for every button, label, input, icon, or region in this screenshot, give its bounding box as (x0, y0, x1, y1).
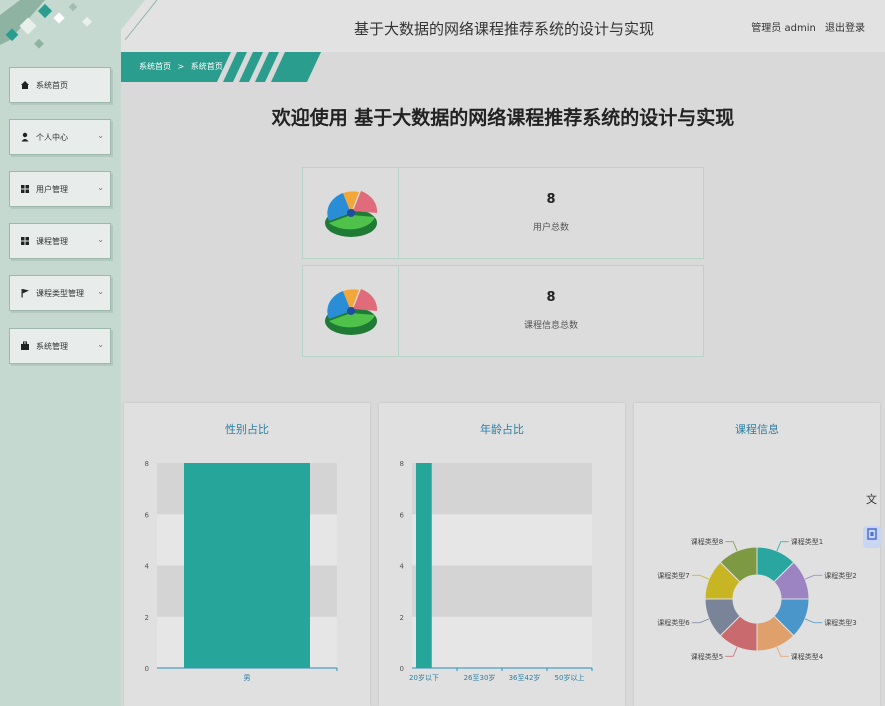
breadcrumb-home[interactable]: 系统首页 (139, 62, 171, 71)
grid-band (412, 514, 592, 566)
sidebar-item-label: 系统首页 (36, 80, 68, 90)
stat-value: 8 (546, 290, 556, 305)
chevron-down-icon: ⌄ (97, 131, 104, 140)
sidebar-item-label: 课程类型管理 (36, 288, 84, 298)
label-line (776, 646, 789, 657)
sidebar-item-label: 个人中心 (36, 132, 68, 142)
logout-link[interactable]: 退出登录 (825, 23, 865, 34)
y-tick-label: 8 (400, 460, 404, 468)
y-tick-label: 2 (145, 614, 149, 622)
logo-decoration (0, 0, 121, 60)
y-tick-label: 0 (400, 665, 404, 673)
label-line (776, 541, 789, 552)
label-line (804, 618, 823, 624)
top-bar: 基于大数据的网络课程推荐系统的设计与实现 管理员 admin 退出登录 (121, 0, 885, 52)
gender-bar-chart: 0 2 4 6 8 男 (145, 460, 338, 682)
breadcrumb: 系统首页 > 系统首页 (121, 52, 321, 82)
grid-band (412, 616, 592, 668)
stat-icon-box (303, 266, 399, 356)
stat-label: 课程信息总数 (523, 321, 578, 331)
grid-band (412, 565, 592, 617)
sidebar-item-courses[interactable]: 课程管理 ⌄ (9, 223, 111, 259)
course-donut-chart: 课程类型1 课程类型2 课程类型3 课程类型4 课程类型5 课程类型6 课程类型7 课程类型8 (657, 537, 856, 661)
slice-label: 课程类型2 (824, 571, 856, 580)
briefcase-icon (21, 341, 29, 350)
slice-label: 课程类型7 (657, 571, 689, 580)
sidebar-item-label: 用户管理 (36, 184, 68, 194)
sidebar-item-system[interactable]: 系统管理 ⌄ (9, 328, 111, 364)
label-line (725, 646, 738, 657)
x-tick-label: 男 (244, 674, 251, 682)
sidebar-item-label: 课程管理 (36, 236, 68, 246)
breadcrumb-current: 系统首页 (190, 62, 223, 71)
flag-icon (21, 289, 29, 298)
x-tick-label: 36至42岁 (509, 673, 541, 682)
chevron-down-icon: ⌄ (97, 235, 104, 244)
topbar-decoration (121, 0, 158, 41)
breadcrumb-text: 系统首页 > 系统首页 (139, 61, 223, 72)
user-label: 管理员 admin (751, 23, 816, 34)
label-line (725, 541, 738, 552)
pie-chart-icon (324, 191, 377, 237)
app-title: 基于大数据的网络课程推荐系统的设计与实现 (354, 20, 655, 38)
sidebar-item-course-types[interactable]: 课程类型管理 ⌄ (9, 275, 111, 311)
bar (184, 463, 310, 668)
chart-panel-courses: 课程信息 课程类型1 课程类型2 课程类型3 课程类型4 课程类型5 课程类型6 课程类型7… (634, 403, 880, 706)
y-tick-label: 2 (400, 614, 404, 622)
slice-label: 课程类型6 (657, 618, 690, 627)
stat-card-courses: 8 课程信息总数 (302, 265, 704, 357)
chart-panel-gender: 性别占比 02468男 (124, 403, 370, 706)
tool-icon[interactable] (863, 526, 881, 548)
label-line (804, 574, 823, 580)
sidebar-item-label: 系统管理 (36, 341, 68, 351)
svg-text:文: 文 (866, 492, 877, 506)
stat-label: 用户总数 (532, 223, 569, 233)
grid-icon (21, 185, 29, 193)
home-icon (21, 81, 29, 89)
sidebar-item-home[interactable]: 系统首页 (9, 67, 111, 103)
slice-label: 课程类型4 (791, 652, 824, 661)
person-icon (21, 132, 29, 142)
sidebar-item-users[interactable]: 用户管理 ⌄ (9, 171, 111, 207)
breadcrumb-separator: > (177, 62, 185, 71)
y-tick-label: 6 (145, 511, 150, 519)
stat-card-users: 8 用户总数 (302, 167, 704, 259)
x-tick-label: 20岁以下 (409, 673, 439, 682)
translate-icon[interactable]: 文 (863, 492, 881, 514)
slice-label: 课程类型5 (691, 652, 723, 661)
y-tick-label: 6 (400, 511, 405, 519)
x-tick-label: 26至30岁 (464, 673, 496, 682)
y-tick-label: 0 (145, 665, 149, 673)
slice-label: 课程类型8 (691, 537, 723, 546)
pie-chart-icon (324, 289, 377, 335)
label-line (691, 574, 710, 580)
slice-label: 课程类型1 (791, 537, 823, 546)
label-line (691, 618, 710, 624)
x-tick-label: 50岁以上 (555, 673, 585, 682)
chevron-down-icon: ⌄ (97, 183, 104, 192)
grid-icon (21, 237, 29, 245)
chevron-down-icon: ⌄ (97, 340, 104, 349)
grid-band (412, 463, 592, 515)
bar (416, 463, 432, 668)
stat-value: 8 (546, 192, 556, 207)
stat-icon-box (303, 168, 399, 258)
welcome-heading: 欢迎使用 基于大数据的网络课程推荐系统的设计与实现 (271, 107, 735, 129)
age-bar-chart: 0 2 4 6 8 20岁以下 26至30岁 36至42岁 50岁以上 (400, 460, 593, 682)
chevron-down-icon: ⌄ (97, 287, 104, 296)
y-tick-label: 4 (145, 563, 150, 571)
y-tick-label: 4 (400, 563, 405, 571)
user-area: 管理员 admin 退出登录 (745, 19, 865, 34)
y-tick-label: 8 (145, 460, 149, 468)
slice-label: 课程类型3 (824, 618, 856, 627)
chart-panel-age: 年龄占比 0 2 4 6 8 20岁以下 26至30岁 36至42岁 50岁以上 (379, 403, 625, 706)
